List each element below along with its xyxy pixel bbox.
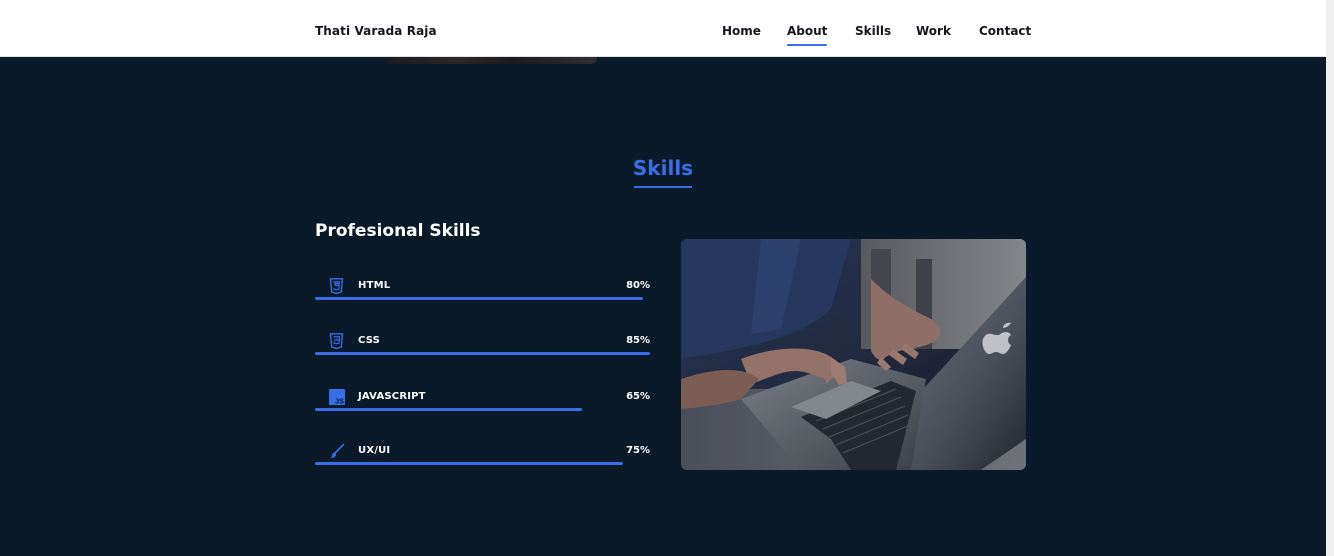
page: Thati Varada Raja Home About Skills Work…	[0, 0, 1334, 556]
section-title: Skills	[633, 156, 693, 188]
nav-contact[interactable]: Contact	[979, 24, 1031, 38]
skill-name: CSS	[358, 335, 381, 346]
javascript-icon: JS	[329, 389, 345, 406]
scrollbar[interactable]	[1326, 0, 1334, 556]
nav-work[interactable]: Work	[916, 24, 951, 38]
nav-skills[interactable]: Skills	[855, 24, 891, 38]
skill-name: JAVASCRIPT	[358, 391, 426, 402]
svg-text:JS: JS	[335, 397, 344, 406]
nav-home[interactable]: Home	[722, 24, 761, 38]
site-logo[interactable]: Thati Varada Raja	[315, 24, 437, 38]
skill-percent: 80%	[626, 280, 650, 291]
skill-progress-track	[315, 297, 650, 300]
laptop-photo	[681, 239, 1026, 470]
css3-icon	[329, 333, 344, 350]
skill-name: HTML	[358, 280, 391, 291]
skill-progress-fill	[315, 462, 623, 465]
section-title-wrap: Skills	[0, 156, 1326, 188]
skill-progress-fill	[315, 352, 650, 355]
skill-row-javascript: JS JAVASCRIPT 65%	[315, 388, 650, 416]
skill-percent: 65%	[626, 391, 650, 402]
skill-progress-track	[315, 352, 650, 355]
skill-row-html: HTML 80%	[315, 277, 650, 305]
site-header: Thati Varada Raja Home About Skills Work…	[0, 0, 1326, 57]
skill-percent: 85%	[626, 335, 650, 346]
skill-progress-fill	[315, 408, 582, 411]
skill-row-css: CSS 85%	[315, 332, 650, 360]
skill-progress-track	[315, 462, 650, 465]
skills-subtitle: Profesional Skills	[315, 221, 481, 241]
html5-icon	[329, 278, 344, 295]
about-photo-edge	[385, 57, 597, 64]
skill-progress-fill	[315, 297, 643, 300]
skill-row-uxui: UX/UI 75%	[315, 442, 650, 470]
nav-about[interactable]: About	[787, 24, 828, 46]
skill-progress-track	[315, 408, 650, 411]
skill-percent: 75%	[626, 445, 650, 456]
skill-name: UX/UI	[358, 445, 391, 456]
pen-brush-icon	[329, 443, 345, 459]
